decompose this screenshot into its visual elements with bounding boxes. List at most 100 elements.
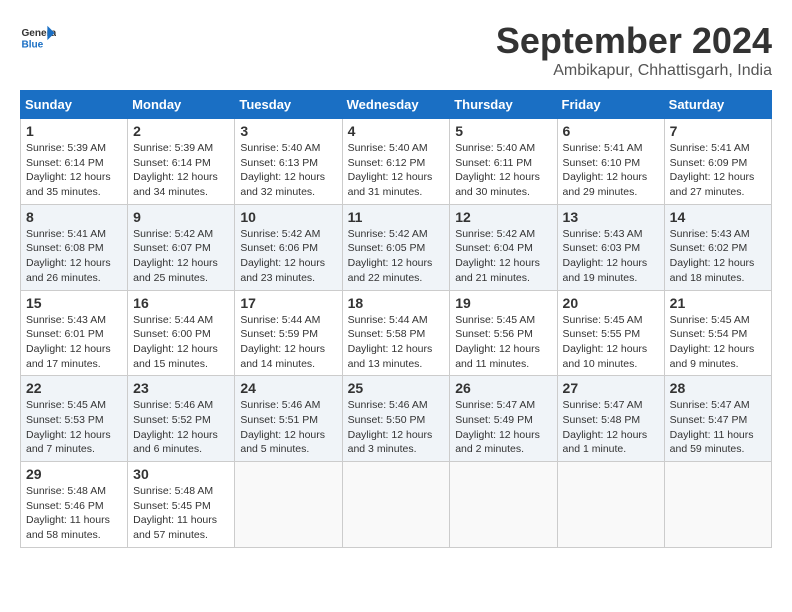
calendar-cell: [450, 462, 557, 548]
day-number: 9: [133, 209, 229, 225]
calendar-cell: 2 Sunrise: 5:39 AMSunset: 6:14 PMDaylight…: [128, 119, 235, 205]
day-info: Sunrise: 5:42 AMSunset: 6:07 PMDaylight:…: [133, 227, 229, 286]
day-info: Sunrise: 5:47 AMSunset: 5:47 PMDaylight:…: [670, 398, 766, 457]
calendar-cell: 23 Sunrise: 5:46 AMSunset: 5:52 PMDayligh…: [128, 376, 235, 462]
day-number: 5: [455, 123, 551, 139]
logo: General Blue: [20, 20, 56, 56]
day-info: Sunrise: 5:40 AMSunset: 6:11 PMDaylight:…: [455, 141, 551, 200]
day-number: 29: [26, 466, 122, 482]
day-info: Sunrise: 5:46 AMSunset: 5:52 PMDaylight:…: [133, 398, 229, 457]
day-number: 10: [240, 209, 336, 225]
calendar-cell: 27 Sunrise: 5:47 AMSunset: 5:48 PMDayligh…: [557, 376, 664, 462]
calendar-cell: 12 Sunrise: 5:42 AMSunset: 6:04 PMDayligh…: [450, 204, 557, 290]
calendar-week-row: 8 Sunrise: 5:41 AMSunset: 6:08 PMDaylight…: [21, 204, 772, 290]
day-info: Sunrise: 5:42 AMSunset: 6:04 PMDaylight:…: [455, 227, 551, 286]
day-info: Sunrise: 5:45 AMSunset: 5:55 PMDaylight:…: [563, 313, 659, 372]
calendar-cell: 14 Sunrise: 5:43 AMSunset: 6:02 PMDayligh…: [664, 204, 771, 290]
calendar-cell: 25Sunrise: 5:46 AMSunset: 5:50 PMDayligh…: [342, 376, 450, 462]
day-info: Sunrise: 5:47 AMSunset: 5:49 PMDaylight:…: [455, 398, 551, 457]
calendar-cell: 29 Sunrise: 5:48 AMSunset: 5:46 PMDayligh…: [21, 462, 128, 548]
calendar-cell: 9 Sunrise: 5:42 AMSunset: 6:07 PMDaylight…: [128, 204, 235, 290]
calendar-cell: 24 Sunrise: 5:46 AMSunset: 5:51 PMDayligh…: [235, 376, 342, 462]
day-number: 2: [133, 123, 229, 139]
day-info: Sunrise: 5:48 AMSunset: 5:45 PMDaylight:…: [133, 484, 229, 543]
calendar-cell: 4 Sunrise: 5:40 AMSunset: 6:12 PMDaylight…: [342, 119, 450, 205]
calendar-cell: [557, 462, 664, 548]
day-info: Sunrise: 5:39 AMSunset: 6:14 PMDaylight:…: [133, 141, 229, 200]
calendar-cell: 7 Sunrise: 5:41 AMSunset: 6:09 PMDaylight…: [664, 119, 771, 205]
day-number: 18: [348, 295, 445, 311]
day-number: 4: [348, 123, 445, 139]
day-number: 30: [133, 466, 229, 482]
calendar-body: 1 Sunrise: 5:39 AMSunset: 6:14 PMDaylight…: [21, 119, 772, 548]
calendar-cell: 8 Sunrise: 5:41 AMSunset: 6:08 PMDaylight…: [21, 204, 128, 290]
day-number: 1: [26, 123, 122, 139]
calendar-cell: 13Sunrise: 5:43 AMSunset: 6:03 PMDayligh…: [557, 204, 664, 290]
day-info: Sunrise: 5:41 AMSunset: 6:10 PMDaylight:…: [563, 141, 659, 200]
day-info: Sunrise: 5:47 AMSunset: 5:48 PMDaylight:…: [563, 398, 659, 457]
day-number: 17: [240, 295, 336, 311]
day-info: Sunrise: 5:43 AMSunset: 6:01 PMDaylight:…: [26, 313, 122, 372]
day-number: 3: [240, 123, 336, 139]
calendar-cell: 20 Sunrise: 5:45 AMSunset: 5:55 PMDayligh…: [557, 290, 664, 376]
day-number: 11: [348, 209, 445, 225]
calendar-cell: 10 Sunrise: 5:42 AMSunset: 6:06 PMDayligh…: [235, 204, 342, 290]
day-info: Sunrise: 5:41 AMSunset: 6:08 PMDaylight:…: [26, 227, 122, 286]
calendar-cell: 1 Sunrise: 5:39 AMSunset: 6:14 PMDaylight…: [21, 119, 128, 205]
day-info: Sunrise: 5:48 AMSunset: 5:46 PMDaylight:…: [26, 484, 122, 543]
calendar-cell: 15 Sunrise: 5:43 AMSunset: 6:01 PMDayligh…: [21, 290, 128, 376]
svg-text:Blue: Blue: [21, 39, 43, 50]
day-number: 12: [455, 209, 551, 225]
calendar-week-row: 1 Sunrise: 5:39 AMSunset: 6:14 PMDaylight…: [21, 119, 772, 205]
calendar-cell: 5 Sunrise: 5:40 AMSunset: 6:11 PMDaylight…: [450, 119, 557, 205]
calendar-cell: 6Sunrise: 5:41 AMSunset: 6:10 PMDaylight…: [557, 119, 664, 205]
column-header-friday: Friday: [557, 91, 664, 119]
logo-icon: General Blue: [20, 20, 56, 56]
day-number: 26: [455, 380, 551, 396]
day-info: Sunrise: 5:43 AMSunset: 6:02 PMDaylight:…: [670, 227, 766, 286]
day-info: Sunrise: 5:42 AMSunset: 6:06 PMDaylight:…: [240, 227, 336, 286]
column-header-sunday: Sunday: [21, 91, 128, 119]
calendar-week-row: 22Sunrise: 5:45 AMSunset: 5:53 PMDayligh…: [21, 376, 772, 462]
calendar-header-row: SundayMondayTuesdayWednesdayThursdayFrid…: [21, 91, 772, 119]
day-info: Sunrise: 5:40 AMSunset: 6:12 PMDaylight:…: [348, 141, 445, 200]
column-header-monday: Monday: [128, 91, 235, 119]
calendar-cell: 3 Sunrise: 5:40 AMSunset: 6:13 PMDaylight…: [235, 119, 342, 205]
column-header-saturday: Saturday: [664, 91, 771, 119]
day-number: 23: [133, 380, 229, 396]
day-info: Sunrise: 5:44 AMSunset: 6:00 PMDaylight:…: [133, 313, 229, 372]
calendar-cell: 18Sunrise: 5:44 AMSunset: 5:58 PMDayligh…: [342, 290, 450, 376]
day-number: 20: [563, 295, 659, 311]
calendar-table: SundayMondayTuesdayWednesdayThursdayFrid…: [20, 90, 772, 548]
day-number: 24: [240, 380, 336, 396]
day-number: 16: [133, 295, 229, 311]
day-number: 8: [26, 209, 122, 225]
calendar-cell: 19Sunrise: 5:45 AMSunset: 5:56 PMDayligh…: [450, 290, 557, 376]
day-number: 25: [348, 380, 445, 396]
page-header: General Blue September 2024 Ambikapur, C…: [20, 20, 772, 80]
day-number: 15: [26, 295, 122, 311]
day-number: 7: [670, 123, 766, 139]
title-section: September 2024 Ambikapur, Chhattisgarh, …: [496, 20, 772, 80]
calendar-cell: 17 Sunrise: 5:44 AMSunset: 5:59 PMDayligh…: [235, 290, 342, 376]
calendar-cell: 16 Sunrise: 5:44 AMSunset: 6:00 PMDayligh…: [128, 290, 235, 376]
day-info: Sunrise: 5:39 AMSunset: 6:14 PMDaylight:…: [26, 141, 122, 200]
column-header-wednesday: Wednesday: [342, 91, 450, 119]
day-number: 14: [670, 209, 766, 225]
day-number: 27: [563, 380, 659, 396]
day-info: Sunrise: 5:46 AMSunset: 5:51 PMDaylight:…: [240, 398, 336, 457]
day-info: Sunrise: 5:40 AMSunset: 6:13 PMDaylight:…: [240, 141, 336, 200]
column-header-thursday: Thursday: [450, 91, 557, 119]
day-info: Sunrise: 5:45 AMSunset: 5:54 PMDaylight:…: [670, 313, 766, 372]
day-info: Sunrise: 5:42 AMSunset: 6:05 PMDaylight:…: [348, 227, 445, 286]
calendar-cell: [342, 462, 450, 548]
day-number: 13: [563, 209, 659, 225]
day-number: 22: [26, 380, 122, 396]
calendar-cell: 22Sunrise: 5:45 AMSunset: 5:53 PMDayligh…: [21, 376, 128, 462]
day-number: 28: [670, 380, 766, 396]
day-number: 21: [670, 295, 766, 311]
day-info: Sunrise: 5:41 AMSunset: 6:09 PMDaylight:…: [670, 141, 766, 200]
calendar-cell: [235, 462, 342, 548]
day-info: Sunrise: 5:44 AMSunset: 5:59 PMDaylight:…: [240, 313, 336, 372]
calendar-cell: [664, 462, 771, 548]
